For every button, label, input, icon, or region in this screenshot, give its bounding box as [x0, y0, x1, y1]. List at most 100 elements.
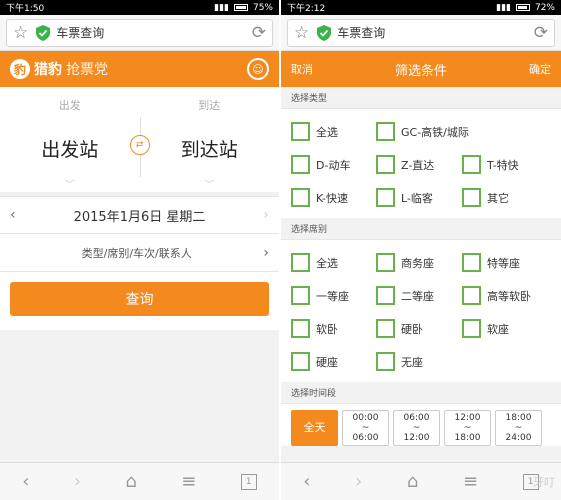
- swap-stations-icon[interactable]: ⇄: [129, 135, 150, 155]
- time-slot-from: 18:00: [505, 413, 532, 423]
- seat-option[interactable]: 无座: [376, 345, 462, 378]
- tabs-icon[interactable]: 1: [240, 473, 257, 490]
- checkbox[interactable]: [376, 188, 395, 207]
- seat-option-label: 特等座: [487, 256, 520, 270]
- type-option[interactable]: 全选: [291, 115, 376, 148]
- back-icon[interactable]: ‹: [22, 471, 29, 492]
- next-date-icon[interactable]: ›: [263, 207, 269, 223]
- seat-option-label: 二等座: [401, 289, 434, 303]
- home-icon[interactable]: ⌂: [407, 471, 418, 492]
- battery-icon: [515, 4, 530, 11]
- time-slot-from: 00:00: [352, 413, 379, 423]
- bookmark-star-icon[interactable]: ☆: [294, 23, 309, 43]
- depart-value: 出发站: [41, 139, 99, 161]
- query-button[interactable]: 查询: [10, 282, 269, 316]
- checkbox[interactable]: [291, 122, 310, 141]
- time-slot-from: 06:00: [403, 413, 430, 423]
- type-option[interactable]: Z-直达: [376, 148, 462, 181]
- checkbox[interactable]: [376, 352, 395, 371]
- options-text: 类型/席别/车次/联系人: [81, 246, 192, 260]
- time-all-button[interactable]: 全天: [291, 410, 338, 446]
- seat-option[interactable]: 硬座: [291, 345, 376, 378]
- menu-icon[interactable]: ≡: [181, 471, 196, 492]
- forward-icon[interactable]: ›: [355, 471, 362, 492]
- time-slot-button[interactable]: 06:00 ~12:00: [393, 410, 440, 446]
- checkbox[interactable]: [291, 319, 310, 338]
- type-option-label: K-快速: [316, 191, 349, 205]
- signal-icon: ▮▮▮: [496, 2, 511, 13]
- back-icon[interactable]: ‹: [303, 471, 310, 492]
- time-slot-button[interactable]: 18:00 ~24:00: [495, 410, 542, 446]
- chevron-right-icon: ›: [263, 244, 269, 261]
- home-icon[interactable]: ⌂: [125, 471, 136, 492]
- time-slot-button[interactable]: 00:00 ~06:00: [342, 410, 389, 446]
- type-option-label: D-动车: [316, 158, 351, 172]
- seat-option-label: 无座: [401, 355, 423, 369]
- checkbox[interactable]: [462, 188, 481, 207]
- type-option[interactable]: T-特快: [462, 148, 547, 181]
- time-slot-to: 24:00: [505, 433, 532, 443]
- cancel-button[interactable]: 取消: [291, 61, 313, 77]
- forward-icon[interactable]: ›: [74, 471, 81, 492]
- checkbox[interactable]: [376, 319, 395, 338]
- seat-option[interactable]: 特等座: [462, 246, 547, 279]
- checkbox[interactable]: [291, 253, 310, 272]
- page-title: 车票查询: [56, 26, 105, 40]
- checkbox[interactable]: [376, 122, 395, 141]
- checkbox[interactable]: [291, 352, 310, 371]
- checkbox[interactable]: [462, 155, 481, 174]
- seat-option[interactable]: 高等软卧: [462, 279, 547, 312]
- logo-subtext: 抢票党: [66, 62, 108, 78]
- browser-url-bar: ☆ 车票查询 ⟳: [281, 15, 561, 51]
- checkbox[interactable]: [291, 155, 310, 174]
- left-screen: 下午1:50 ▮▮▮ 75% ☆ 车票查询 ⟳ 豹 猎豹 抢票党 ☺ 出发 出发…: [0, 0, 279, 500]
- query-block: 查询: [0, 272, 279, 330]
- checkbox[interactable]: [291, 188, 310, 207]
- seat-option[interactable]: 一等座: [291, 279, 376, 312]
- browser-url-bar: ☆ 车票查询 ⟳: [0, 15, 279, 51]
- arrive-value: 到达站: [180, 139, 238, 161]
- user-icon[interactable]: ☺: [247, 58, 269, 80]
- menu-icon[interactable]: ≡: [463, 471, 478, 492]
- seat-option[interactable]: 软座: [462, 312, 547, 345]
- time-slot-button[interactable]: 12:00 ~18:00: [444, 410, 491, 446]
- checkbox[interactable]: [376, 253, 395, 272]
- checkbox[interactable]: [291, 286, 310, 305]
- seat-option[interactable]: 软卧: [291, 312, 376, 345]
- station-selector: 出发 出发站 ﹀ ⇄ 到达 到达站 ﹀: [0, 87, 279, 192]
- url-box[interactable]: ☆ 车票查询 ⟳: [287, 18, 555, 47]
- checkbox[interactable]: [376, 286, 395, 305]
- type-option[interactable]: 其它: [462, 181, 547, 214]
- type-option-label: 全选: [316, 125, 338, 139]
- checkbox[interactable]: [462, 319, 481, 338]
- type-option[interactable]: D-动车: [291, 148, 376, 181]
- options-row[interactable]: 类型/席别/车次/联系人 ›: [0, 234, 279, 272]
- seat-option[interactable]: 全选: [291, 246, 376, 279]
- seat-option[interactable]: 硬卧: [376, 312, 462, 345]
- confirm-button[interactable]: 确定: [529, 61, 551, 77]
- type-option-label: GC-高铁/城际: [401, 125, 469, 139]
- filter-title: 筛选条件: [394, 63, 447, 79]
- type-option[interactable]: K-快速: [291, 181, 376, 214]
- filter-header: 取消 筛选条件 确定: [281, 51, 561, 87]
- watermark: 牙叮: [533, 476, 555, 489]
- seat-option-label: 商务座: [401, 256, 434, 270]
- type-option-label: T-特快: [487, 158, 519, 172]
- time-slot-to: 12:00: [403, 433, 430, 443]
- bookmark-star-icon[interactable]: ☆: [13, 23, 28, 43]
- type-option-label: Z-直达: [401, 158, 435, 172]
- seat-option[interactable]: 商务座: [376, 246, 462, 279]
- date-value[interactable]: 2015年1月6日 星期二: [16, 206, 264, 225]
- type-option[interactable]: GC-高铁/城际: [376, 115, 547, 148]
- seat-option-label: 硬卧: [401, 322, 423, 336]
- reload-icon[interactable]: ⟳: [252, 23, 266, 43]
- arrive-station[interactable]: 到达 到达站 ﹀: [140, 87, 280, 192]
- seat-option[interactable]: 二等座: [376, 279, 462, 312]
- type-option[interactable]: L-临客: [376, 181, 462, 214]
- depart-station[interactable]: 出发 出发站 ﹀: [0, 87, 140, 192]
- checkbox[interactable]: [462, 253, 481, 272]
- url-box[interactable]: ☆ 车票查询 ⟳: [6, 18, 273, 47]
- checkbox[interactable]: [376, 155, 395, 174]
- reload-icon[interactable]: ⟳: [534, 23, 548, 43]
- checkbox[interactable]: [462, 286, 481, 305]
